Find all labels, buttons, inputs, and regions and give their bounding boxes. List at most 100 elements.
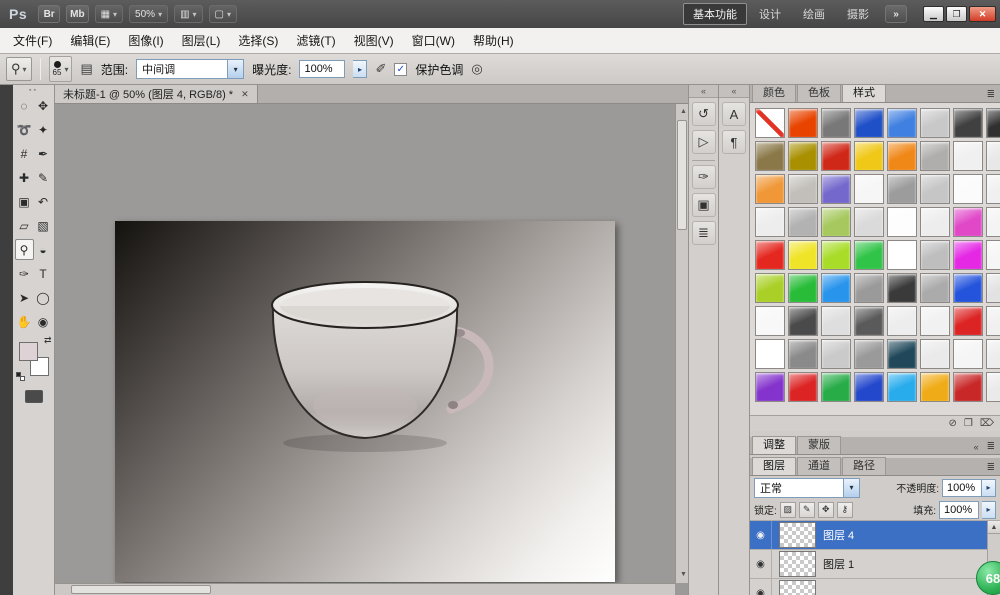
- style-swatch[interactable]: [986, 339, 1000, 369]
- style-swatch[interactable]: [953, 273, 983, 303]
- minibridge-button[interactable]: Mb: [66, 5, 88, 23]
- style-swatch[interactable]: [854, 339, 884, 369]
- style-swatch[interactable]: [920, 174, 950, 204]
- style-swatch[interactable]: [788, 141, 818, 171]
- style-swatch[interactable]: [821, 306, 851, 336]
- protect-tones-checkbox[interactable]: ✓: [394, 63, 407, 76]
- brush-tool-icon[interactable]: ✎: [34, 167, 53, 188]
- lasso-tool-icon[interactable]: ➰: [15, 119, 34, 140]
- actions-panel-icon[interactable]: ▷: [692, 130, 716, 154]
- brush-panel-toggle-icon[interactable]: ◎: [471, 61, 482, 77]
- gradient-tool-icon[interactable]: ▧: [34, 215, 53, 236]
- style-swatch[interactable]: [821, 273, 851, 303]
- style-swatch[interactable]: [788, 108, 818, 138]
- opacity-spinner[interactable]: ▸: [982, 479, 996, 497]
- style-swatch[interactable]: [887, 108, 917, 138]
- color-panel-tab[interactable]: 色板: [797, 85, 841, 102]
- style-swatch[interactable]: [821, 339, 851, 369]
- chevron-down-icon[interactable]: ▾: [843, 479, 859, 497]
- style-swatch[interactable]: [887, 240, 917, 270]
- eraser-tool-icon[interactable]: ▱: [15, 215, 34, 236]
- style-swatch[interactable]: [953, 141, 983, 171]
- hand-tool-icon[interactable]: ✋: [15, 311, 34, 332]
- history-brush-tool-icon[interactable]: ↶: [34, 191, 53, 212]
- scroll-down-icon[interactable]: ▼: [680, 569, 687, 581]
- style-swatch[interactable]: [755, 174, 785, 204]
- range-select[interactable]: 中间调 ▾: [136, 59, 244, 79]
- clear-style-icon[interactable]: ⊘: [949, 417, 957, 431]
- style-swatch[interactable]: [887, 273, 917, 303]
- style-swatch[interactable]: [755, 207, 785, 237]
- crop-tool-icon[interactable]: #: [15, 143, 34, 164]
- exposure-spinner[interactable]: ▸: [353, 60, 367, 78]
- blend-mode-select[interactable]: 正常 ▾: [754, 478, 860, 498]
- shape-tool-icon[interactable]: ◯: [34, 287, 53, 308]
- style-swatch[interactable]: [788, 273, 818, 303]
- spot-healing-tool-icon[interactable]: ✚: [15, 167, 34, 188]
- character-panel-icon[interactable]: A: [722, 102, 746, 126]
- new-style-icon[interactable]: ❐: [964, 417, 973, 431]
- canvas-document[interactable]: [115, 221, 615, 582]
- style-swatch[interactable]: [854, 372, 884, 402]
- workspace-button[interactable]: 设计: [749, 3, 791, 25]
- style-swatch[interactable]: [887, 207, 917, 237]
- elliptical-marquee-tool-icon[interactable]: ◌: [15, 95, 34, 116]
- style-swatch[interactable]: [755, 273, 785, 303]
- scroll-up-icon[interactable]: ▲: [680, 106, 687, 118]
- menu-item[interactable]: 选择(S): [229, 28, 287, 53]
- clone-stamp-tool-icon[interactable]: ▣: [15, 191, 34, 212]
- canvas-viewport[interactable]: [55, 104, 675, 583]
- style-swatch[interactable]: [821, 108, 851, 138]
- style-swatch[interactable]: [953, 240, 983, 270]
- path-selection-tool-icon[interactable]: ➤: [15, 287, 34, 308]
- style-swatch[interactable]: [788, 306, 818, 336]
- style-swatch[interactable]: [821, 141, 851, 171]
- style-swatch[interactable]: [854, 273, 884, 303]
- workspace-overflow-button[interactable]: »: [885, 5, 907, 23]
- adjustments-panel-tab[interactable]: 蒙版: [797, 436, 841, 454]
- adjustments-panel-tab[interactable]: 调整: [752, 436, 796, 454]
- style-swatch[interactable]: [920, 207, 950, 237]
- delete-style-icon[interactable]: ⌦: [980, 417, 994, 431]
- style-swatch[interactable]: [755, 240, 785, 270]
- quick-selection-tool-icon[interactable]: ✦: [34, 119, 53, 140]
- eyedropper-tool-icon[interactable]: ✒: [34, 143, 53, 164]
- style-swatch[interactable]: [821, 372, 851, 402]
- style-swatch[interactable]: [887, 372, 917, 402]
- style-swatch[interactable]: [986, 108, 1000, 138]
- panel-menu-icon[interactable]: ≣: [982, 89, 1000, 102]
- style-swatch[interactable]: [788, 174, 818, 204]
- panel-grip[interactable]: ▪▪: [13, 85, 54, 95]
- collapse-panel-icon[interactable]: «: [971, 442, 982, 454]
- style-swatch[interactable]: [854, 174, 884, 204]
- visibility-toggle[interactable]: ◉: [750, 550, 772, 578]
- tool-presets-panel-icon[interactable]: ✑: [692, 165, 716, 189]
- lock-all-icon[interactable]: ⚷: [837, 502, 853, 518]
- visibility-toggle[interactable]: ◉: [750, 521, 772, 549]
- view-extras-dropdown[interactable]: ▦▾: [95, 5, 123, 23]
- screen-mode-dropdown[interactable]: ▢▾: [209, 5, 237, 23]
- menu-item[interactable]: 帮助(H): [464, 28, 523, 53]
- toggle-brush-panel-icon[interactable]: ▤: [80, 61, 92, 77]
- horizontal-scroll-thumb[interactable]: [71, 585, 211, 594]
- style-swatch[interactable]: [887, 174, 917, 204]
- paragraph-panel-icon[interactable]: ¶: [722, 130, 746, 154]
- style-swatch[interactable]: [953, 174, 983, 204]
- style-swatch[interactable]: [788, 372, 818, 402]
- style-swatch[interactable]: [788, 339, 818, 369]
- style-swatch[interactable]: [920, 339, 950, 369]
- scroll-up-icon[interactable]: ▲: [988, 521, 1000, 534]
- style-swatch[interactable]: [920, 240, 950, 270]
- style-swatch[interactable]: [854, 306, 884, 336]
- style-swatch[interactable]: [953, 372, 983, 402]
- panel-menu-icon[interactable]: ≣: [982, 462, 1000, 475]
- brush-preset-picker[interactable]: 65 ▾: [49, 56, 73, 82]
- restore-button[interactable]: ❐: [946, 6, 967, 22]
- style-swatch[interactable]: [854, 207, 884, 237]
- menu-item[interactable]: 文件(F): [4, 28, 61, 53]
- layer-row[interactable]: ◉图层 4: [750, 521, 987, 550]
- collapse-dock-icon[interactable]: «: [689, 85, 718, 98]
- style-swatch[interactable]: [755, 108, 785, 138]
- style-swatch[interactable]: [920, 108, 950, 138]
- style-swatch[interactable]: [788, 207, 818, 237]
